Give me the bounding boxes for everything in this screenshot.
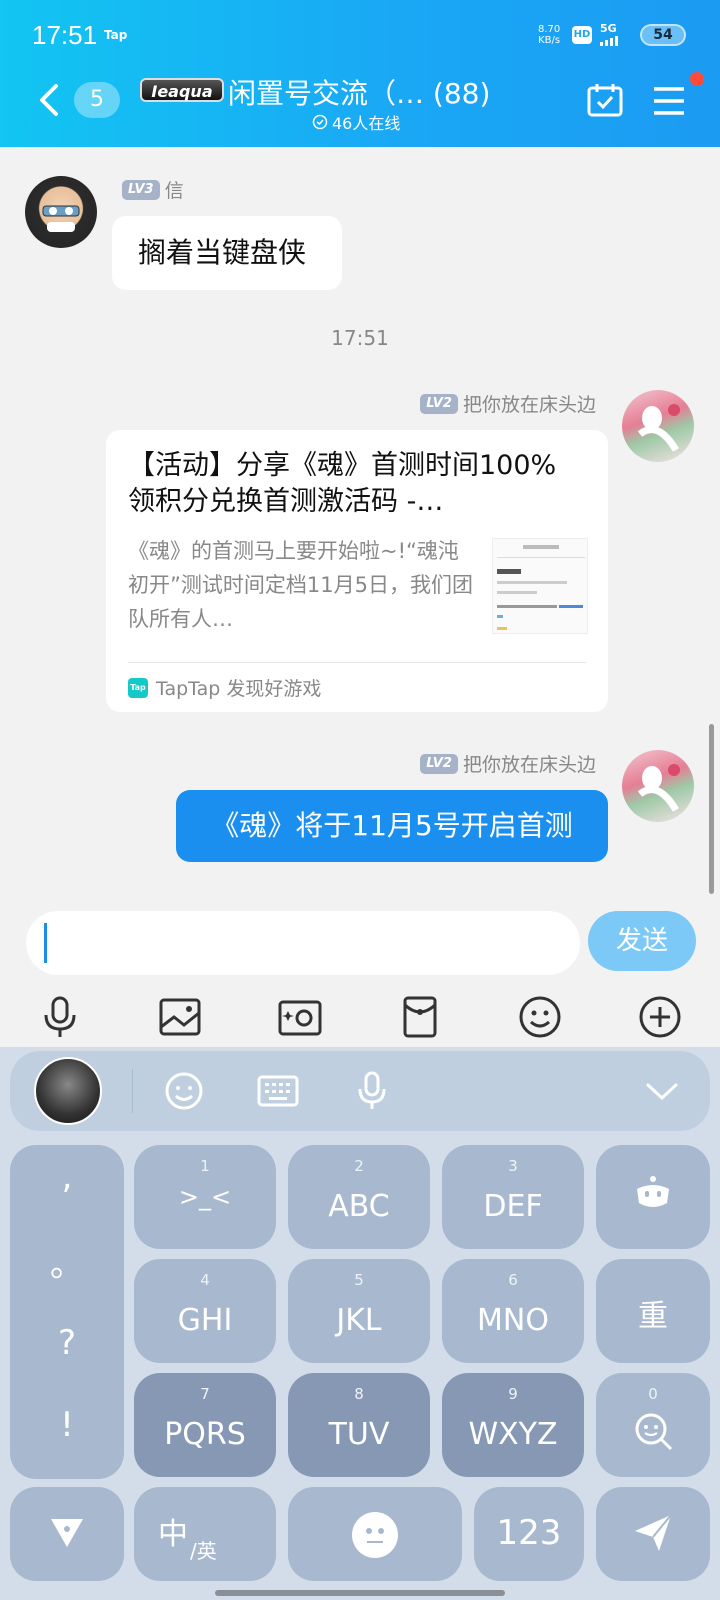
sender-nickname[interactable]: 把你放在床头边 xyxy=(463,394,596,416)
robot-icon xyxy=(637,1176,669,1207)
key-1[interactable]: 1 >_< xyxy=(134,1145,276,1249)
key-8[interactable]: 8 TUV xyxy=(288,1373,430,1477)
message-timestamp: 17:51 xyxy=(331,326,389,350)
message-bubble-self[interactable]: 《魂》将于11月5号开启首测 xyxy=(176,790,608,862)
card-source: Tap TapTap 发现好游戏 xyxy=(128,674,321,701)
hd-icon: HD xyxy=(572,26,592,44)
message-sender: LV2 把你放在床头边 xyxy=(420,750,596,777)
face-icon xyxy=(352,1512,398,1558)
calendar-checkin-button[interactable] xyxy=(586,82,624,118)
sender-nickname[interactable]: 把你放在床头边 xyxy=(463,754,596,776)
message-sender: LV2 把你放在床头边 xyxy=(420,390,596,417)
calendar-check-icon xyxy=(587,84,623,117)
collapse-keyboard-button[interactable] xyxy=(640,1071,684,1111)
toolbar-divider xyxy=(132,1069,133,1113)
shared-link-card[interactable]: 【活动】分享《魂》首测时间100%领积分兑换首测激活码 -… 《魂》的首测马上要… xyxy=(106,430,608,712)
image-icon xyxy=(159,998,201,1036)
emoji-button[interactable] xyxy=(516,993,564,1041)
text-cursor xyxy=(44,923,47,963)
taptap-logo-icon: Tap xyxy=(128,677,148,698)
key-2[interactable]: 2 ABC xyxy=(288,1145,430,1249)
network-type: 5G xyxy=(600,22,617,35)
check-circle-icon xyxy=(312,114,328,130)
emoji-icon xyxy=(165,1072,203,1110)
signal-icon xyxy=(600,36,618,46)
gallery-button[interactable] xyxy=(156,993,204,1041)
status-time: 17:51 xyxy=(32,20,98,50)
language-key[interactable]: 中 /英 xyxy=(134,1487,276,1581)
level-badge: LV2 xyxy=(420,393,458,414)
card-description: 《魂》的首测马上要开始啦~!“魂沌初开”测试时间定档11月5日，我们团队所有人… xyxy=(128,539,473,631)
battery-indicator: 54 xyxy=(640,24,686,46)
avatar[interactable] xyxy=(622,390,694,462)
more-button[interactable] xyxy=(636,993,684,1041)
key-5[interactable]: 5 JKL xyxy=(288,1259,430,1363)
menu-button[interactable] xyxy=(652,86,686,116)
camera-button[interactable] xyxy=(276,993,324,1041)
space-key[interactable] xyxy=(288,1487,462,1581)
message-input[interactable] xyxy=(26,911,580,975)
arrow-down-icon xyxy=(51,1519,83,1547)
group-logo: Ieaqua xyxy=(140,78,224,102)
key-9[interactable]: 9 WXYZ xyxy=(442,1373,584,1477)
robot-key[interactable] xyxy=(596,1145,710,1249)
keyboard-layout-button[interactable] xyxy=(256,1071,300,1111)
card-thumbnail xyxy=(492,538,588,634)
tap-notification-icon: Tap xyxy=(104,28,128,42)
unread-count-badge[interactable]: 5 xyxy=(74,82,120,118)
message-sender: LV3 信 xyxy=(122,176,184,203)
sender-nickname[interactable]: 信 xyxy=(165,180,184,202)
card-divider xyxy=(128,662,586,663)
shift-key[interactable] xyxy=(10,1487,124,1581)
keyboard-voice-button[interactable] xyxy=(350,1071,394,1111)
reset-key[interactable]: 重 xyxy=(596,1259,710,1363)
emoji-icon xyxy=(519,996,561,1038)
message-bubble[interactable]: 搁着当键盘侠 xyxy=(112,216,342,290)
key-3[interactable]: 3 DEF xyxy=(442,1145,584,1249)
plus-icon xyxy=(639,996,681,1038)
avatar[interactable] xyxy=(622,750,694,822)
keyboard: , 。 ? ! 1 >_< 2 ABC 3 DEF 4 GHI 5 JKL 6 MNO 重 … xyxy=(0,1047,720,1600)
key-7[interactable]: 7 PQRS xyxy=(134,1373,276,1477)
key-4[interactable]: 4 GHI xyxy=(134,1259,276,1363)
key-6[interactable]: 6 MNO xyxy=(442,1259,584,1363)
scrollbar[interactable] xyxy=(709,724,714,894)
send-key[interactable] xyxy=(596,1487,710,1581)
camera-icon xyxy=(278,1000,322,1036)
keyboard-emoji-button[interactable] xyxy=(162,1071,206,1111)
online-count: 46人在线 xyxy=(312,110,400,134)
level-badge: LV2 xyxy=(420,753,458,774)
send-arrow-icon xyxy=(635,1514,672,1551)
keyboard-toolbar xyxy=(10,1051,710,1131)
home-indicator[interactable] xyxy=(215,1590,505,1596)
card-title: 【活动】分享《魂》首测时间100%领积分兑换首测激活码 -… xyxy=(128,450,557,517)
notification-dot xyxy=(690,72,704,86)
search-face-icon xyxy=(635,1413,673,1451)
page-title[interactable]: 闲置号交流（… (88) xyxy=(228,72,490,112)
level-badge: LV3 xyxy=(122,179,160,200)
mic-icon xyxy=(44,996,76,1037)
avatar[interactable] xyxy=(25,176,97,248)
numbers-key[interactable]: 123 xyxy=(474,1487,584,1581)
red-packet-icon xyxy=(403,996,437,1038)
keyboard-icon xyxy=(257,1075,299,1107)
composer: 发送 xyxy=(0,895,720,1047)
red-packet-button[interactable] xyxy=(396,993,444,1041)
mic-icon xyxy=(358,1071,386,1109)
voice-button[interactable] xyxy=(36,993,84,1041)
network-speed: 8.70 KB/s xyxy=(538,24,561,46)
search-key[interactable]: 0 xyxy=(596,1373,710,1477)
chevron-down-icon xyxy=(646,1083,678,1101)
send-button[interactable]: 发送 xyxy=(588,911,696,971)
back-button[interactable] xyxy=(36,82,66,118)
status-bar: 17:51 Tap 8.70 KB/s HD 5G 54 xyxy=(0,0,720,72)
hamburger-icon xyxy=(654,87,684,115)
keyboard-avatar[interactable] xyxy=(34,1057,102,1125)
chat-header: 17:51 Tap 8.70 KB/s HD 5G 54 5 Ieaqua 闲置… xyxy=(0,0,720,147)
punctuation-key[interactable]: , 。 ? ! xyxy=(10,1145,124,1479)
